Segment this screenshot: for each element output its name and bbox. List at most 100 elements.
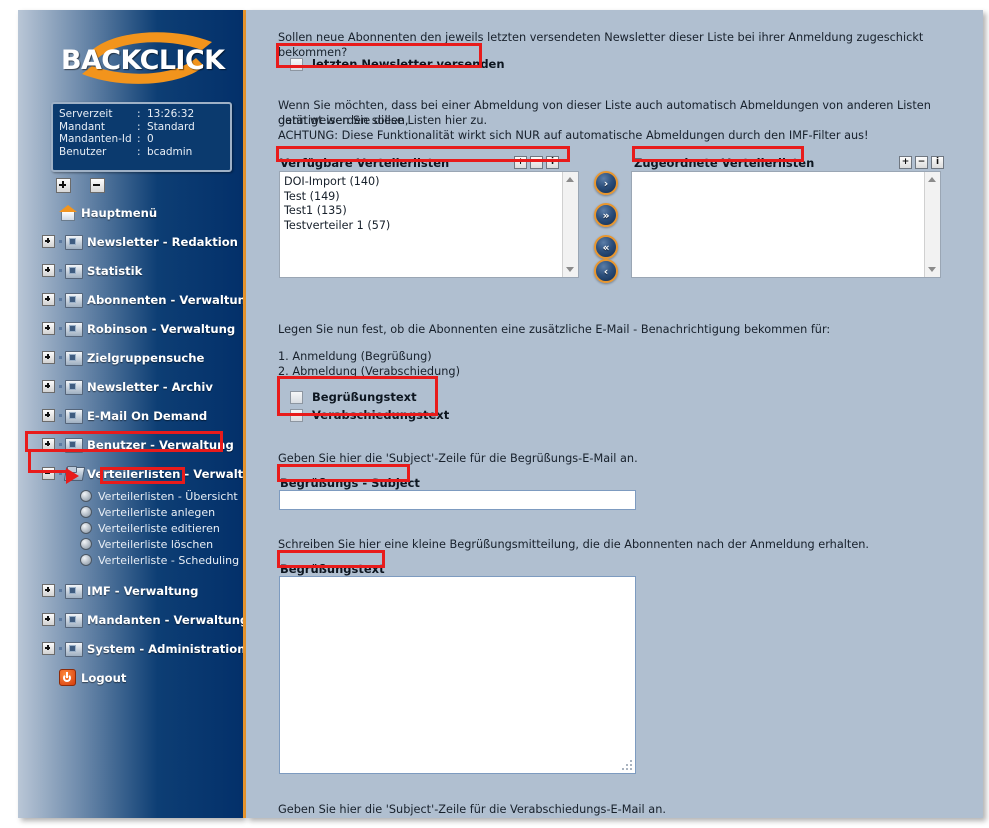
tree-line-dot xyxy=(59,356,62,359)
sidebar-subitem-verteilerliste-scheduling[interactable]: Verteilerliste - Scheduling xyxy=(18,552,243,568)
checkbox-last-newsletter[interactable] xyxy=(290,57,303,71)
assigned-lists-options[interactable] xyxy=(632,172,924,277)
tree-toggle-plus-icon[interactable] xyxy=(42,380,55,393)
info-icon[interactable]: i xyxy=(546,156,559,169)
greeting-text-textarea[interactable] xyxy=(279,576,636,774)
sidebar-subitem-label: Verteilerlisten - Übersicht xyxy=(98,489,238,503)
move-right-glyph: › xyxy=(603,176,609,190)
info-glyph: i xyxy=(935,157,940,167)
move-all-right-button[interactable]: » xyxy=(594,203,618,227)
tree-toggle-plus-icon[interactable] xyxy=(42,293,55,306)
remove-icon[interactable]: − xyxy=(530,156,543,169)
sidebar-item-mandanten-verwaltung[interactable]: Mandanten - Verwaltung xyxy=(18,605,243,634)
collapse-all-button[interactable] xyxy=(90,178,106,193)
sidebar-item-email-on-demand[interactable]: E-Mail On Demand xyxy=(18,401,243,430)
sidebar-subitem-verteilerliste-loeschen[interactable]: Verteilerliste löschen xyxy=(18,536,243,552)
scroll-up-icon[interactable] xyxy=(928,177,936,182)
move-all-left-glyph: « xyxy=(602,240,610,254)
info-sep: : xyxy=(137,120,141,133)
tree-toggle-plus-icon[interactable] xyxy=(42,409,55,422)
paragraph-greeting-message: Schreiben Sie hier eine kleine Begrüßung… xyxy=(278,538,870,551)
tree-line-dot xyxy=(59,647,62,650)
checkbox-row-farewell-text[interactable]: Verabschiedungstext xyxy=(290,408,449,422)
tree-toggle-plus-icon[interactable] xyxy=(42,642,55,655)
expand-all-button[interactable] xyxy=(56,178,71,193)
sidebar-item-label: Logout xyxy=(81,670,127,685)
move-all-left-button[interactable]: « xyxy=(594,235,618,259)
bullet-icon xyxy=(80,506,92,518)
sidebar-item-label: Newsletter - Redaktion xyxy=(87,234,238,249)
sidebar-subitem-label: Verteilerliste - Scheduling xyxy=(98,553,240,567)
notification-item-2: 2. Abmeldung (Verabschiedung) xyxy=(278,365,460,378)
move-left-button[interactable]: ‹ xyxy=(594,259,618,283)
tree-toggle-plus-icon[interactable] xyxy=(42,351,55,364)
list-item[interactable]: Test (149) xyxy=(284,190,562,205)
sidebar-subitem-label: Verteilerliste anlegen xyxy=(98,505,216,519)
sidebar-subitem-verteilerlisten-uebersicht[interactable]: Verteilerlisten - Übersicht xyxy=(18,488,243,504)
assigned-lists-scrollbar[interactable] xyxy=(924,172,940,277)
move-right-button[interactable]: › xyxy=(594,171,618,195)
info-key: Serverzeit xyxy=(59,108,113,120)
checkbox-greeting-text[interactable] xyxy=(290,390,303,404)
sidebar-nav: Hauptmenü Newsletter - Redaktion Statist… xyxy=(18,198,243,692)
list-item[interactable]: Test1 (135) xyxy=(284,204,562,219)
available-lists-scrollbar[interactable] xyxy=(562,172,578,277)
list-item[interactable]: Testverteiler 1 (57) xyxy=(284,219,562,234)
tree-toggle-minus-icon[interactable] xyxy=(42,467,55,480)
notification-item-1: 1. Anmeldung (Begrüßung) xyxy=(278,350,432,363)
add-icon[interactable]: + xyxy=(899,156,912,169)
sidebar-subitem-verteilerliste-anlegen[interactable]: Verteilerliste anlegen xyxy=(18,504,243,520)
add-icon[interactable]: + xyxy=(514,156,527,169)
scroll-up-icon[interactable] xyxy=(566,177,574,182)
tree-line-dot xyxy=(59,472,62,475)
scroll-down-icon[interactable] xyxy=(928,267,936,272)
sidebar-item-system-administration[interactable]: System - Administration xyxy=(18,634,243,663)
sidebar-item-verteilerlisten-verwaltung[interactable]: Verteilerlisten - Verwaltung xyxy=(18,459,243,488)
tree-line-dot xyxy=(59,589,62,592)
list-item[interactable]: DOI-Import (140) xyxy=(284,175,562,190)
sidebar-item-label: Abonnenten - Verwaltung xyxy=(87,292,243,307)
sidebar-item-zielgruppensuche[interactable]: Zielgruppensuche xyxy=(18,343,243,372)
tree-line-dot xyxy=(59,269,62,272)
tree-toggle-plus-icon[interactable] xyxy=(42,322,55,335)
remove-icon[interactable]: − xyxy=(915,156,928,169)
sidebar-item-imf-verwaltung[interactable]: IMF - Verwaltung xyxy=(18,576,243,605)
tree-toggle-plus-icon[interactable] xyxy=(42,613,55,626)
available-lists-options[interactable]: DOI-Import (140) Test (149) Test1 (135) … xyxy=(280,172,562,277)
sidebar-item-newsletter-redaktion[interactable]: Newsletter - Redaktion xyxy=(18,227,243,256)
tree-toggle-plus-icon[interactable] xyxy=(42,438,55,451)
sidebar-item-label: E-Mail On Demand xyxy=(87,408,208,423)
tree-line-dot xyxy=(59,385,62,388)
greeting-subject-input[interactable] xyxy=(279,490,636,510)
tree-toggle-plus-icon[interactable] xyxy=(42,584,55,597)
logo-text: BACKCLICK xyxy=(61,45,225,76)
checkbox-row-greeting-text[interactable]: Begrüßungstext xyxy=(290,390,417,404)
sidebar-item-abonnenten-verwaltung[interactable]: Abonnenten - Verwaltung xyxy=(18,285,243,314)
assigned-lists-listbox[interactable] xyxy=(631,171,941,278)
sidebar-item-statistik[interactable]: Statistik xyxy=(18,256,243,285)
available-lists-tools: + − i xyxy=(514,156,559,169)
folder-icon xyxy=(65,321,83,337)
paragraph-auto-unsubscribe-3: ACHTUNG: Diese Funktionalität wirkt sich… xyxy=(278,129,869,142)
checkbox-farewell-text[interactable] xyxy=(290,408,303,422)
sidebar-item-newsletter-archiv[interactable]: Newsletter - Archiv xyxy=(18,372,243,401)
tree-toggle-plus-icon[interactable] xyxy=(42,264,55,277)
sidebar-item-label: Statistik xyxy=(87,263,143,278)
info-icon[interactable]: i xyxy=(931,156,944,169)
sidebar-item-robinson-verwaltung[interactable]: Robinson - Verwaltung xyxy=(18,314,243,343)
available-lists-listbox[interactable]: DOI-Import (140) Test (149) Test1 (135) … xyxy=(279,171,579,278)
tree-line-dot xyxy=(59,327,62,330)
sidebar-item-logout[interactable]: Logout xyxy=(18,663,243,692)
checkbox-row-last-newsletter[interactable]: letzten Newsletter versenden xyxy=(290,57,505,71)
sidebar-item-hauptmenu[interactable]: Hauptmenü xyxy=(18,198,243,227)
folder-icon xyxy=(65,641,83,657)
sidebar-subitem-verteilerliste-editieren[interactable]: Verteilerliste editieren xyxy=(18,520,243,536)
sidebar-item-benutzer-verwaltung[interactable]: Benutzer - Verwaltung xyxy=(18,430,243,459)
paragraph-notification: Legen Sie nun fest, ob die Abonnenten ei… xyxy=(278,323,831,336)
sidebar-item-label: Mandanten - Verwaltung xyxy=(87,612,243,627)
tree-line-dot xyxy=(59,298,62,301)
bullet-icon xyxy=(80,522,92,534)
tree-toggle-plus-icon[interactable] xyxy=(42,235,55,248)
scroll-down-icon[interactable] xyxy=(566,267,574,272)
sidebar-subitem-label: Verteilerliste editieren xyxy=(98,521,220,535)
